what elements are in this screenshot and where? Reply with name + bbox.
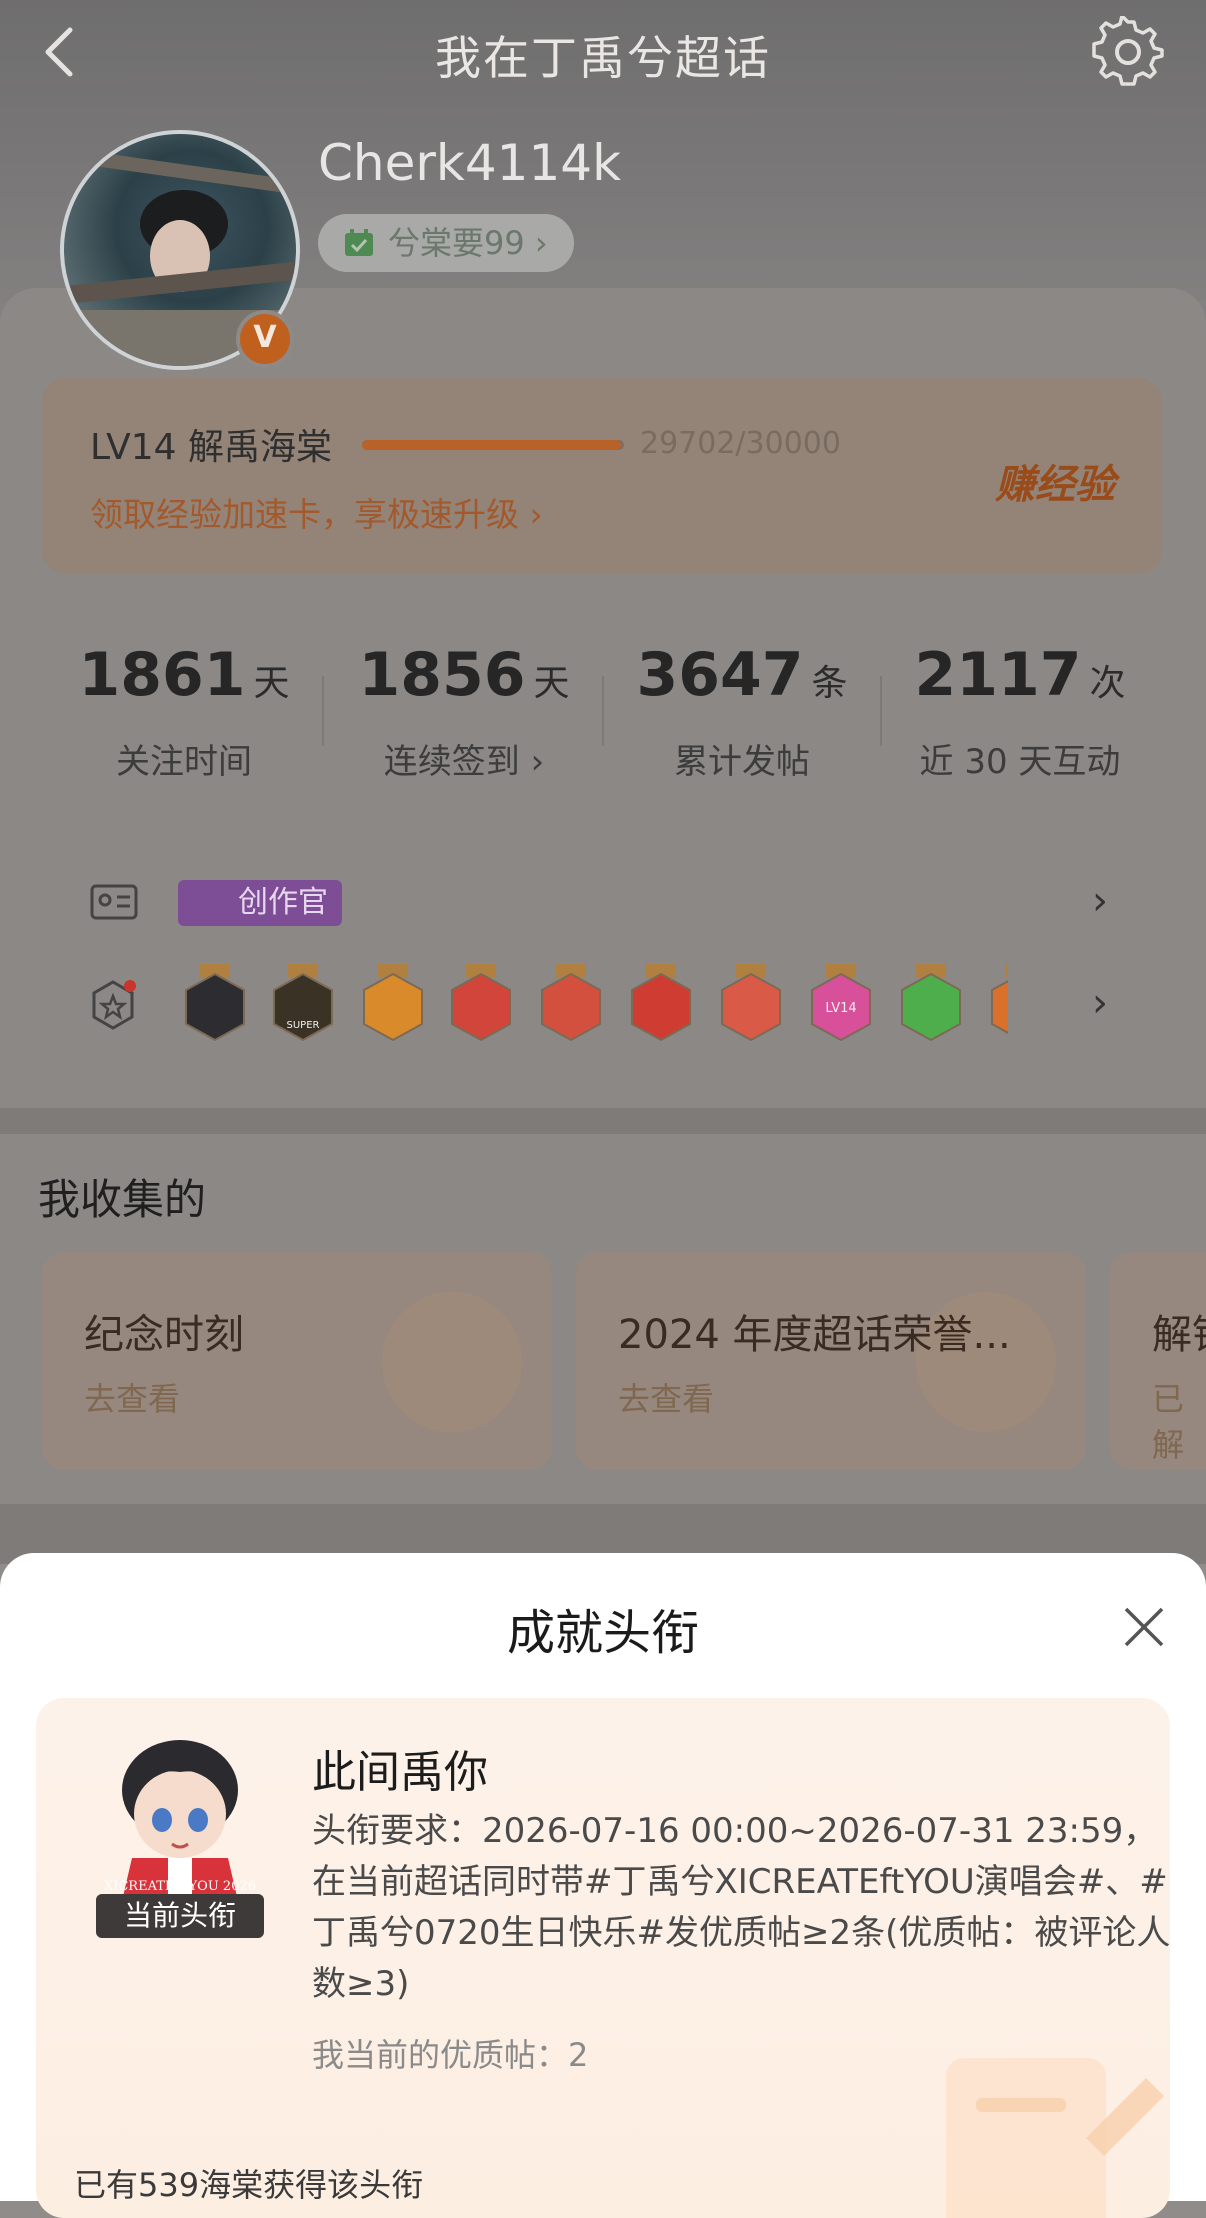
- medal-avatar-icon: [185, 964, 245, 1042]
- collection-card-title: 纪念时刻: [84, 1312, 244, 1358]
- stat-unit: 次: [1089, 663, 1126, 704]
- username: Cherk4114k: [318, 134, 622, 192]
- current-title-tag: 当前头衔: [96, 1894, 264, 1938]
- medal-hand-icon: [901, 964, 961, 1042]
- level-card[interactable]: [42, 378, 1162, 574]
- medal-dragon-red-icon: [631, 964, 691, 1042]
- stat-number: 3647: [636, 640, 804, 710]
- collection-card-title: 解锁: [1152, 1312, 1206, 1358]
- level-progress-fill: [362, 440, 622, 450]
- page-title: 我在丁禹兮超话: [435, 31, 771, 85]
- medal-tiger-icon: [451, 964, 511, 1042]
- collection-card-title: 2024 年度超话荣誉...: [618, 1312, 1011, 1358]
- chevron-right-icon[interactable]: ›: [1092, 878, 1108, 924]
- stat-follow-days: 1861 天 关注时间: [44, 640, 324, 782]
- verified-badge: V: [236, 310, 294, 368]
- medal-super-text: SUPER: [287, 1020, 320, 1031]
- certificate-watermark-icon: [946, 2058, 1164, 2218]
- stat-unit: 天: [533, 663, 570, 704]
- level-progress-bar: [362, 440, 624, 450]
- collection-card-sub: 去查看: [618, 1380, 715, 1418]
- collection-card-sub: 去查看: [84, 1380, 181, 1418]
- stat-label: 累计发帖: [674, 742, 810, 782]
- stat-checkin-days[interactable]: 1856 天 连续签到 ›: [324, 640, 604, 782]
- medal-rabbit-icon: [721, 964, 781, 1042]
- my-quality-posts: 我当前的优质帖：2: [312, 2036, 589, 2074]
- level-label: LV14 解禹海棠: [90, 427, 332, 468]
- achievement-card: XICREATE ftYOU 2026 当前头衔 此间禹你 头衔要求：2026-…: [36, 1698, 1170, 2218]
- sheet-title: 成就头衔: [506, 1605, 699, 1661]
- collection-card-honor[interactable]: 2024 年度超话荣誉... 去查看: [576, 1252, 1086, 1470]
- stat-unit: 条: [811, 663, 848, 704]
- medal-crown-icon: [363, 964, 423, 1042]
- stat-number: 1861: [78, 640, 246, 710]
- stat-label: 连续签到 ›: [383, 742, 545, 782]
- collection-title: 我收集的: [38, 1175, 207, 1224]
- nickname-pill-label: 兮棠要99 ›: [388, 224, 548, 262]
- medal-lv-text: LV14: [825, 1001, 856, 1016]
- collection-card-moments[interactable]: 纪念时刻 去查看: [42, 1252, 552, 1470]
- chevron-right-icon[interactable]: ›: [1092, 980, 1108, 1026]
- section-divider: [0, 1108, 1206, 1134]
- achievement-name: 此间禹你: [312, 1747, 488, 1798]
- achievement-requirement: 头衔要求：2026-07-16 00:00~2026-07-31 23:59，在…: [312, 1811, 1170, 2004]
- calendar-illustration: [382, 1292, 522, 1432]
- medal-super-icon: SUPER: [273, 964, 333, 1042]
- medal-wall-icon[interactable]: [90, 978, 136, 1032]
- medal-lv14-icon: LV14: [811, 964, 871, 1042]
- stat-unit: 天: [253, 663, 290, 704]
- medal-partial-icon: [991, 964, 1008, 1034]
- creator-badge[interactable]: 创作官: [178, 880, 342, 926]
- gear-icon[interactable]: [1092, 16, 1164, 88]
- collection-card-unlock[interactable]: 解锁 已解: [1110, 1252, 1206, 1470]
- stat-label: 关注时间: [116, 742, 252, 782]
- achievers-count: 已有539海棠获得该头衔: [74, 2166, 424, 2204]
- level-promo-link[interactable]: 领取经验加速卡，享极速升级 ›: [90, 488, 543, 536]
- collection-card-sub: 已解: [1152, 1380, 1185, 1464]
- stat-number: 1856: [358, 640, 526, 710]
- chibi-text: XICREATE ftYOU 2026: [104, 1879, 256, 1894]
- stat-label: 近 30 天互动: [919, 742, 1121, 782]
- nickname-pill[interactable]: 兮棠要99 ›: [318, 214, 574, 272]
- level-progress-text: 29702/30000: [640, 426, 841, 461]
- id-card-icon: [90, 884, 138, 920]
- stat-number: 2117: [914, 640, 1082, 710]
- close-icon[interactable]: [1122, 1605, 1166, 1649]
- medal-dragon-icon: [541, 964, 601, 1042]
- stat-posts: 3647 条 累计发帖: [602, 640, 882, 782]
- earn-exp-button[interactable]: 赚经验: [995, 452, 1115, 510]
- stat-interactions: 2117 次 近 30 天互动: [880, 640, 1160, 782]
- achievement-title-sheet: 成就头衔 XICREATE ftYOU 2026 当前头衔 此间禹你 头衔要求：…: [0, 1553, 1206, 2218]
- calendar-check-icon: [345, 229, 373, 256]
